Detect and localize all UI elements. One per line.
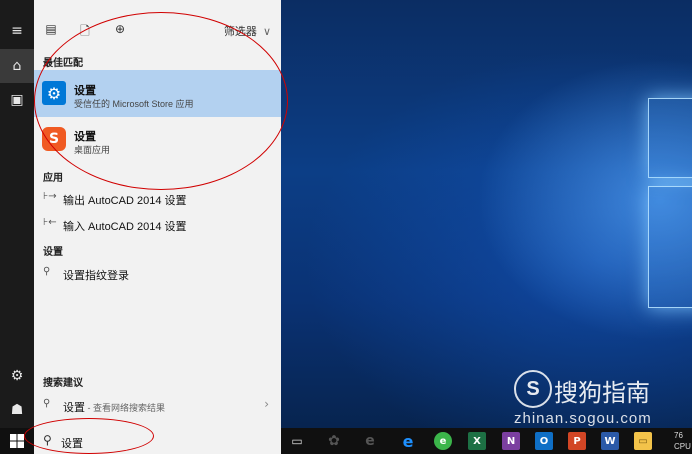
app-item-import-autocad[interactable]: ⊦← 输入 AutoCAD 2014 设置 bbox=[34, 213, 281, 235]
suggestion-hint: - 查看网络搜索结果 bbox=[85, 403, 166, 413]
chevron-right-icon: › bbox=[264, 397, 269, 411]
filter-dropdown[interactable]: 筛选器 ∨ bbox=[224, 23, 271, 39]
taskbar-search-box[interactable]: ⚲ 设置 bbox=[34, 428, 281, 454]
second-result-subtitle: 桌面应用 bbox=[74, 145, 111, 155]
settings-header: 设置 bbox=[43, 247, 63, 258]
suggestions-header: 搜索建议 bbox=[43, 378, 83, 389]
search-icon: ⚲ bbox=[43, 433, 52, 447]
green-browser-icon[interactable]: e bbox=[434, 432, 452, 450]
settings-gear-app-icon: ⚙ bbox=[42, 81, 66, 105]
search-icon: ⚲ bbox=[43, 266, 51, 277]
edge-legacy-icon[interactable]: e bbox=[361, 432, 379, 450]
watermark-brand: 搜狗指南 bbox=[554, 380, 650, 407]
search-icon: ⚲ bbox=[43, 398, 51, 409]
tray-line-2: CPU bbox=[674, 442, 691, 451]
export-arrow-icon: ⊦→ bbox=[43, 191, 57, 202]
wallpaper-window-pane-bottom bbox=[648, 186, 692, 308]
watermark-url: zhinan.sogou.com bbox=[514, 410, 652, 427]
hamburger-menu-icon[interactable]: ≡ bbox=[0, 14, 34, 48]
best-match-title: 设置 bbox=[74, 85, 96, 97]
import-arrow-icon: ⊦← bbox=[43, 217, 57, 228]
suggestion-query: 设置 bbox=[63, 402, 85, 414]
sogou-input-icon: S bbox=[42, 127, 66, 151]
best-match-header: 最佳匹配 bbox=[43, 58, 83, 69]
search-results-panel: ▤ 🗋 ⊕ 筛选器 ∨ 最佳匹配 ⚙ 设置 受信任的 Microsoft Sto… bbox=[34, 0, 281, 428]
app-grid-icon[interactable]: ✿ bbox=[325, 432, 343, 450]
app-item-label: 输出 AutoCAD 2014 设置 bbox=[63, 195, 187, 207]
start-left-rail: ≡ ⌂ ▣ ⚙ ☗ bbox=[0, 0, 34, 428]
documents-filter-icon[interactable]: ▤ bbox=[43, 22, 59, 38]
best-match-result[interactable]: ⚙ 设置 受信任的 Microsoft Store 应用 bbox=[34, 70, 281, 117]
best-match-subtitle: 受信任的 Microsoft Store 应用 bbox=[74, 99, 194, 109]
edge-icon[interactable]: e bbox=[399, 432, 417, 451]
tray-readout: 76 CPU bbox=[674, 430, 692, 452]
powerpoint-icon[interactable]: P bbox=[568, 432, 586, 450]
search-input-value[interactable]: 设置 bbox=[61, 435, 83, 451]
task-view-icon[interactable]: ▭ bbox=[288, 432, 306, 450]
feedback-icon[interactable]: ☗ bbox=[0, 393, 34, 427]
word-icon[interactable]: W bbox=[601, 432, 619, 450]
start-button[interactable] bbox=[0, 428, 34, 454]
web-filter-icon[interactable]: ⊕ bbox=[112, 22, 128, 38]
windows-logo-icon bbox=[10, 434, 24, 448]
settings-gear-icon[interactable]: ⚙ bbox=[0, 359, 34, 393]
wallpaper-window-pane-top bbox=[648, 98, 692, 178]
filter-bar: ▤ 🗋 ⊕ 筛选器 ∨ bbox=[34, 18, 281, 44]
second-result-title: 设置 bbox=[74, 131, 96, 143]
settings-item-label: 设置指纹登录 bbox=[63, 270, 129, 282]
sogou-logo-icon: S bbox=[514, 370, 552, 408]
app-item-label: 输入 AutoCAD 2014 设置 bbox=[63, 221, 187, 233]
app-item-export-autocad[interactable]: ⊦→ 输出 AutoCAD 2014 设置 bbox=[34, 187, 281, 209]
settings-item-fingerprint[interactable]: ⚲ 设置指纹登录 bbox=[34, 262, 281, 284]
notebook-icon[interactable]: ▣ bbox=[0, 83, 34, 117]
onenote-icon[interactable]: N bbox=[502, 432, 520, 450]
web-suggestion-item[interactable]: ⚲ 设置 - 查看网络搜索结果 › bbox=[34, 394, 281, 416]
apps-header: 应用 bbox=[43, 173, 63, 184]
filter-label: 筛选器 bbox=[223, 26, 257, 38]
home-icon[interactable]: ⌂ bbox=[0, 49, 34, 83]
tray-line-1: 76 bbox=[674, 431, 683, 440]
sogou-settings-result[interactable]: S 设置 桌面应用 bbox=[34, 117, 281, 162]
file-filter-icon[interactable]: 🗋 bbox=[77, 22, 93, 38]
taskbar: ⚲ 设置 ▭ ✿ e e e X N O P W ▭ 76 CPU bbox=[0, 428, 692, 454]
outlook-icon[interactable]: O bbox=[535, 432, 553, 450]
file-explorer-icon[interactable]: ▭ bbox=[634, 432, 652, 450]
chevron-down-icon: ∨ bbox=[262, 25, 271, 38]
excel-icon[interactable]: X bbox=[468, 432, 486, 450]
